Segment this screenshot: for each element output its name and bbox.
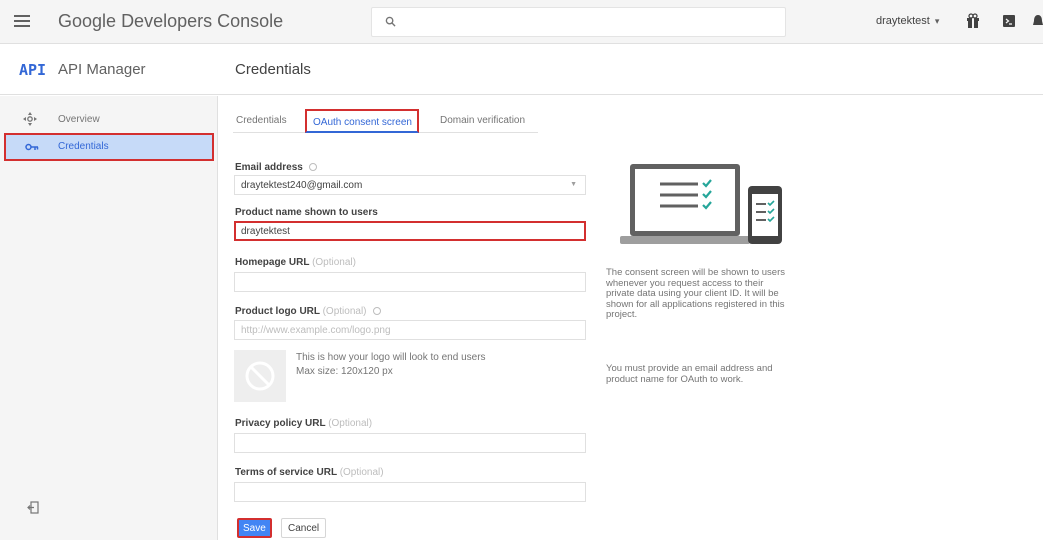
help-icon[interactable] bbox=[372, 307, 381, 315]
logo-url-field[interactable]: http://www.example.com/logo.png bbox=[234, 320, 586, 340]
chevron-down-icon: ▼ bbox=[570, 181, 577, 188]
tab-credentials[interactable]: Credentials bbox=[236, 115, 287, 126]
search-icon bbox=[385, 16, 396, 27]
no-image-icon bbox=[245, 361, 275, 391]
sidebar-item-overview[interactable]: Overview bbox=[0, 106, 218, 134]
homepage-url-field[interactable] bbox=[234, 272, 586, 292]
brand-rest: Developers Console bbox=[121, 11, 284, 31]
brand-google: Google bbox=[58, 11, 117, 31]
gift-icon[interactable] bbox=[966, 13, 980, 29]
save-button[interactable]: Save bbox=[237, 518, 272, 538]
menu-icon[interactable] bbox=[14, 15, 30, 27]
terms-url-label: Terms of service URL (Optional) bbox=[235, 467, 384, 478]
sub-header: API API Manager Credentials bbox=[0, 45, 1043, 95]
sidebar-item-label: Credentials bbox=[58, 141, 109, 152]
api-logo: API bbox=[19, 61, 47, 79]
consent-screen-illustration bbox=[620, 164, 782, 244]
email-label: Email address bbox=[235, 162, 317, 173]
project-name: draytektest bbox=[876, 15, 930, 27]
sidebar: Overview Credentials bbox=[0, 96, 218, 540]
logo-preview bbox=[234, 350, 286, 402]
app-title[interactable]: Google Developers Console bbox=[58, 11, 283, 32]
logo-max-size: Max size: 120x120 px bbox=[296, 366, 393, 377]
collapse-sidebar-icon[interactable] bbox=[27, 501, 39, 514]
tab-oauth-consent-screen[interactable]: OAuth consent screen bbox=[305, 109, 419, 133]
homepage-url-label: Homepage URL (Optional) bbox=[235, 257, 356, 268]
tab-bar: Credentials OAuth consent screen Domain … bbox=[233, 107, 538, 133]
search-input[interactable] bbox=[371, 7, 786, 37]
cancel-button[interactable]: Cancel bbox=[281, 518, 327, 538]
project-selector[interactable]: draytektest ▾ bbox=[876, 15, 939, 27]
logo-hint: This is how your logo will look to end u… bbox=[296, 352, 486, 363]
top-bar: Google Developers Console draytektest ▾ bbox=[0, 0, 1043, 44]
logo-url-label: Product logo URL (Optional) bbox=[235, 306, 381, 317]
privacy-url-field[interactable] bbox=[234, 433, 586, 453]
terms-url-field[interactable] bbox=[234, 482, 586, 502]
cloud-shell-icon[interactable] bbox=[1002, 13, 1016, 29]
page-title: Credentials bbox=[235, 61, 311, 78]
section-title[interactable]: API Manager bbox=[58, 61, 146, 78]
overview-icon bbox=[23, 112, 37, 126]
sidebar-item-label: Overview bbox=[58, 114, 100, 125]
consent-requirement-text: You must provide an email address and pr… bbox=[606, 363, 773, 385]
chevron-down-icon: ▾ bbox=[934, 16, 940, 26]
consent-info-text: The consent screen will be shown to user… bbox=[606, 267, 786, 320]
sidebar-item-credentials[interactable]: Credentials bbox=[4, 133, 214, 161]
notifications-icon[interactable] bbox=[1033, 13, 1043, 29]
privacy-url-label: Privacy policy URL (Optional) bbox=[235, 418, 373, 429]
key-icon bbox=[25, 143, 39, 151]
product-name-field[interactable]: draytektest bbox=[234, 221, 586, 241]
email-select[interactable]: draytektest240@gmail.com ▼ bbox=[234, 175, 586, 195]
tab-domain-verification[interactable]: Domain verification bbox=[440, 115, 525, 126]
product-name-label: Product name shown to users bbox=[235, 207, 378, 218]
help-icon[interactable] bbox=[308, 163, 317, 171]
